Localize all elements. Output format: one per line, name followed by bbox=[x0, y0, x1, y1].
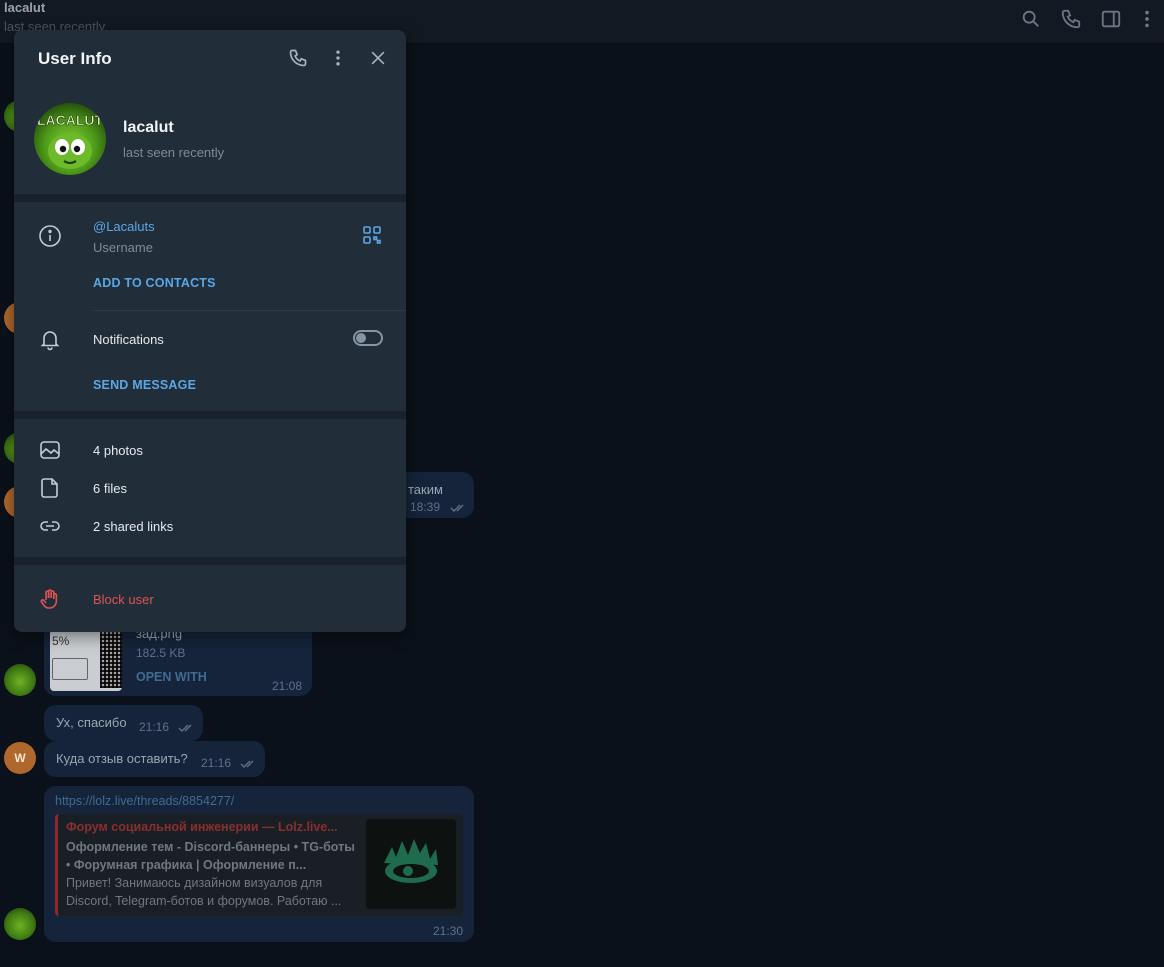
qr-code-icon[interactable] bbox=[362, 225, 382, 245]
avatar-image: LACALUT bbox=[37, 112, 104, 169]
message-bubble[interactable]: Куда отзыв оставить? 21:16 bbox=[44, 741, 265, 777]
notifications-toggle[interactable] bbox=[353, 330, 383, 346]
username-label: Username bbox=[93, 240, 153, 255]
message-bubble[interactable]: Ух, спасибо 21:16 bbox=[44, 705, 203, 741]
read-checks-icon bbox=[240, 760, 254, 768]
username-value[interactable]: @Lacaluts bbox=[93, 219, 155, 234]
eye-logo-icon bbox=[384, 839, 438, 883]
profile-status: last seen recently bbox=[123, 145, 225, 160]
link-preview[interactable]: Форум социальной инженерии — Lolz.live..… bbox=[55, 814, 463, 916]
photos-count[interactable]: 4 photos bbox=[93, 443, 143, 458]
profile-name: lacalut bbox=[123, 119, 174, 136]
more-icon[interactable] bbox=[328, 48, 348, 68]
send-message-button[interactable]: SEND MESSAGE bbox=[93, 378, 196, 392]
read-checks-icon bbox=[450, 504, 464, 512]
avatar[interactable] bbox=[4, 908, 36, 940]
panel-header: User Info bbox=[14, 30, 406, 86]
call-icon[interactable] bbox=[1060, 8, 1082, 30]
qr-code-icon bbox=[100, 630, 122, 688]
message-text: Ух, спасибо bbox=[56, 715, 127, 730]
photo-icon bbox=[40, 441, 60, 459]
avatar-letter: W bbox=[14, 751, 26, 765]
avatar-text: LACALUT bbox=[37, 112, 104, 128]
message-time: 21:08 bbox=[272, 679, 303, 693]
avatar[interactable]: W bbox=[4, 742, 36, 774]
open-with-button[interactable]: OPEN WITH bbox=[136, 670, 207, 684]
thumb-box bbox=[52, 658, 88, 680]
more-icon[interactable] bbox=[1136, 8, 1158, 30]
thumb-text: 5% bbox=[52, 634, 70, 648]
preview-title: Оформление тем - Discord-баннеры • TG-бо… bbox=[66, 840, 355, 872]
files-count[interactable]: 6 files bbox=[93, 481, 127, 496]
profile-avatar[interactable]: LACALUT bbox=[34, 103, 106, 175]
read-checks-icon bbox=[178, 724, 192, 732]
message-time: 21:16 bbox=[139, 720, 170, 734]
preview-site: Форум социальной инженерии — Lolz.live..… bbox=[66, 820, 338, 834]
message-text: Куда отзыв оставить? bbox=[56, 751, 188, 766]
section-divider bbox=[14, 194, 406, 202]
call-icon[interactable] bbox=[288, 48, 308, 68]
message-link[interactable]: https://lolz.live/threads/8854277/ bbox=[55, 794, 234, 808]
bell-icon bbox=[40, 331, 60, 351]
file-icon bbox=[41, 478, 58, 498]
message-text: таким bbox=[408, 482, 443, 497]
file-size: 182.5 KB bbox=[136, 646, 186, 660]
sidebar-toggle-icon[interactable] bbox=[1100, 8, 1122, 30]
shared-links-count[interactable]: 2 shared links bbox=[93, 519, 173, 534]
add-to-contacts-button[interactable]: ADD TO CONTACTS bbox=[93, 276, 216, 290]
chat-title[interactable]: lacalut bbox=[4, 0, 45, 15]
search-icon[interactable] bbox=[1020, 8, 1042, 30]
block-user-button[interactable]: Block user bbox=[93, 592, 154, 607]
row-divider bbox=[93, 310, 406, 311]
preview-description: Привет! Занимаюсь дизайном визуалов для … bbox=[66, 876, 342, 908]
notifications-label: Notifications bbox=[93, 332, 164, 347]
section-divider bbox=[14, 411, 406, 419]
close-icon[interactable] bbox=[368, 48, 388, 68]
preview-image[interactable] bbox=[366, 819, 456, 909]
panel-title: User Info bbox=[38, 49, 112, 68]
block-hand-icon bbox=[40, 589, 58, 609]
section-divider bbox=[14, 557, 406, 565]
message-time: 21:16 bbox=[201, 756, 232, 770]
message-time: 18:39 bbox=[410, 500, 441, 514]
info-icon bbox=[39, 225, 61, 247]
user-info-panel: User Info LACALUT lacalut last seen rece… bbox=[14, 30, 406, 632]
message-time: 21:30 bbox=[433, 924, 464, 938]
avatar[interactable] bbox=[4, 664, 36, 696]
link-icon bbox=[40, 521, 60, 531]
toggle-knob bbox=[356, 333, 366, 343]
